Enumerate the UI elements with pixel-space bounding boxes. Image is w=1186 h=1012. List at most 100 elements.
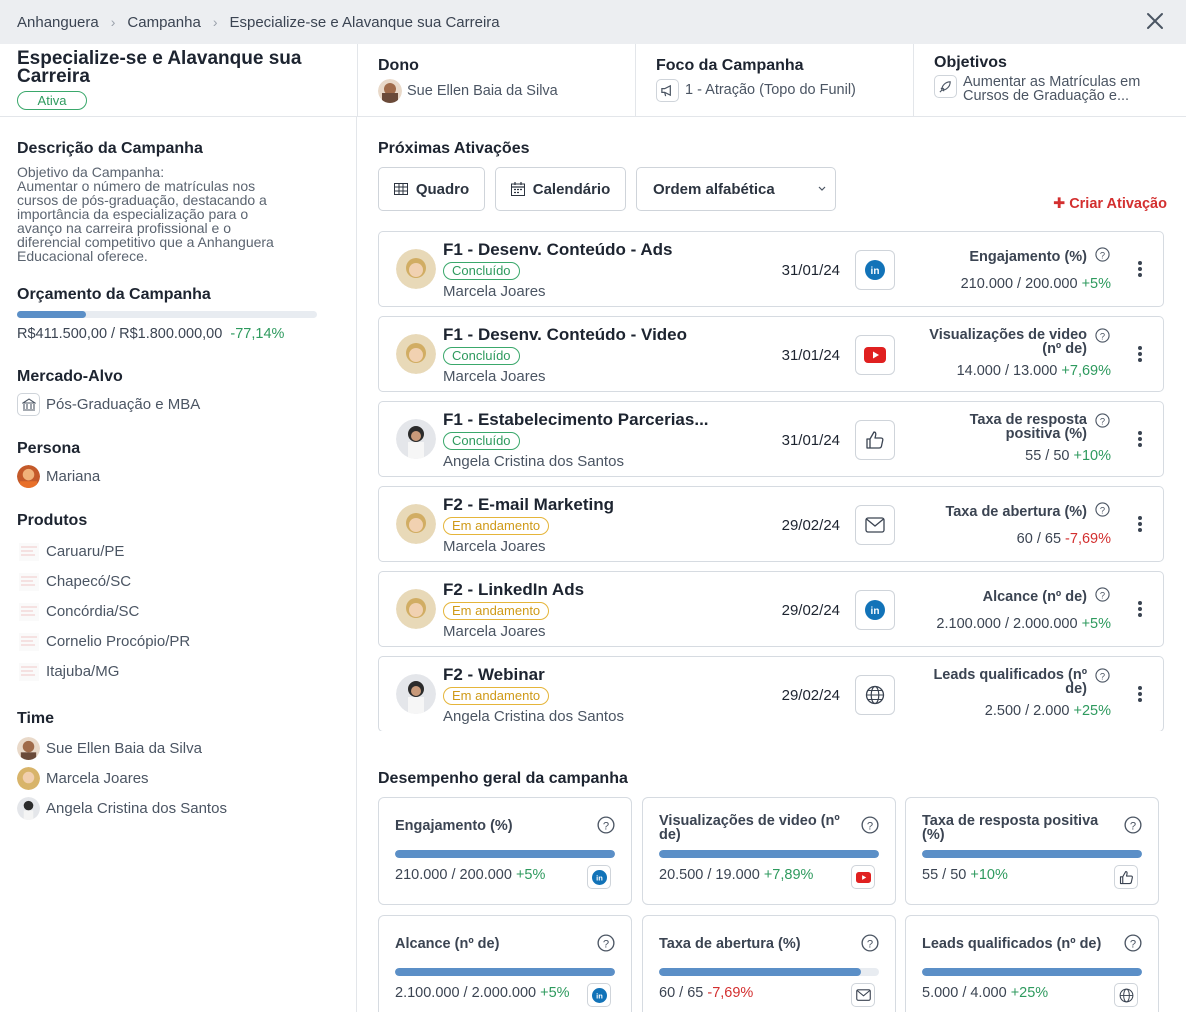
rocket-icon: [934, 75, 957, 98]
calendar-view-button[interactable]: Calendário: [495, 167, 626, 211]
breadcrumb-item[interactable]: Anhanguera: [17, 14, 99, 31]
help-icon[interactable]: ?: [1095, 668, 1110, 683]
svg-text:?: ?: [603, 939, 609, 951]
activation-card[interactable]: F2 - Webinar Em andamento Angela Cristin…: [378, 656, 1164, 731]
activation-title[interactable]: F1 - Desenv. Conteúdo - Video: [443, 325, 687, 345]
activation-title[interactable]: F2 - Webinar: [443, 665, 545, 685]
performance-title: Desempenho geral da campanha: [378, 770, 628, 787]
linkedin-icon: in: [587, 865, 611, 889]
goals-title: Objetivos: [934, 54, 1007, 71]
help-icon[interactable]: ?: [597, 934, 615, 952]
activation-card[interactable]: F2 - LinkedIn Ads Em andamento Marcela J…: [378, 571, 1164, 647]
sort-select[interactable]: Ordem alfabética: [636, 167, 836, 211]
page-title: Especialize-se e Alavanque sua Carreira: [17, 48, 302, 87]
more-options-icon[interactable]: [1137, 686, 1143, 704]
help-icon[interactable]: ?: [1095, 413, 1110, 428]
activation-title[interactable]: F1 - Estabelecimento Parcerias...: [443, 410, 709, 430]
activation-title[interactable]: F2 - E-mail Marketing: [443, 495, 614, 515]
activations-list: F1 - Desenv. Conteúdo - Ads Concluído Ma…: [378, 231, 1168, 731]
breadcrumb: Anhanguera › Campanha › Especialize-se e…: [0, 0, 1186, 44]
budget-change: -77,14%: [230, 326, 285, 342]
description-title: Descrição da Campanha: [17, 140, 203, 157]
metric-label: Engajamento (%): [969, 249, 1087, 265]
performance-card: Taxa de abertura (%)? 60 / 65 -7,69%: [642, 915, 896, 1012]
status-badge: Ativa: [17, 91, 87, 110]
budget-progress-bar: [17, 311, 317, 318]
product-item[interactable]: Itajuba/MG: [17, 660, 119, 683]
status-badge: Em andamento: [443, 687, 550, 705]
performance-value: 20.500 / 19.000 +7,89%: [659, 867, 814, 883]
board-view-button[interactable]: Quadro: [378, 167, 485, 211]
svg-text:in: in: [596, 873, 603, 882]
help-icon[interactable]: ?: [1095, 328, 1110, 343]
activation-title[interactable]: F1 - Desenv. Conteúdo - Ads: [443, 240, 673, 260]
metric-value: 2.500 / 2.000 +25%: [984, 703, 1111, 719]
metric-label: Alcance (nº de): [982, 589, 1087, 605]
help-icon[interactable]: ?: [861, 934, 879, 952]
more-options-icon[interactable]: [1137, 516, 1143, 534]
more-options-icon[interactable]: [1137, 601, 1143, 619]
activation-card[interactable]: F1 - Desenv. Conteúdo - Ads Concluído Ma…: [378, 231, 1164, 307]
product-item[interactable]: Cornelio Procópio/PR: [17, 630, 190, 653]
avatar: [396, 504, 436, 544]
performance-value: 55 / 50 +10%: [922, 867, 1008, 883]
breadcrumb-item[interactable]: Campanha: [127, 14, 200, 31]
close-icon[interactable]: [1144, 10, 1166, 32]
avatar: [396, 419, 436, 459]
persona-item[interactable]: Mariana: [17, 465, 100, 488]
performance-label: Leads qualificados (nº de): [922, 936, 1102, 952]
avatar: [17, 737, 40, 760]
metric-value: 14.000 / 13.000 +7,69%: [956, 363, 1111, 379]
help-icon[interactable]: ?: [1124, 934, 1142, 952]
more-options-icon[interactable]: [1137, 346, 1143, 364]
create-activation-button[interactable]: ✚ Criar Ativação: [1053, 196, 1167, 212]
performance-card: Visualizações de video (nº de)? 20.500 / 1…: [642, 797, 896, 905]
breadcrumb-item: Especialize-se e Alavanque sua Carreira: [229, 13, 500, 31]
campaign-sidebar: Descrição da Campanha Objetivo da Campan…: [0, 117, 357, 1012]
document-thumbnail-icon: [17, 630, 40, 653]
activation-card[interactable]: F1 - Estabelecimento Parcerias... Conclu…: [378, 401, 1164, 477]
performance-card: Taxa de resposta positiva (%)? 55 / 50 +10…: [905, 797, 1159, 905]
owner-title: Dono: [378, 57, 419, 74]
mail-icon: [851, 983, 875, 1007]
activation-card[interactable]: F2 - E-mail Marketing Em andamento Marce…: [378, 486, 1164, 562]
svg-text:?: ?: [1130, 939, 1136, 951]
team-member[interactable]: Sue Ellen Baia da Silva: [17, 737, 202, 760]
help-icon[interactable]: ?: [1095, 247, 1110, 262]
performance-label: Taxa de resposta positiva (%): [922, 813, 1099, 843]
help-icon[interactable]: ?: [1095, 587, 1110, 602]
svg-text:?: ?: [1100, 416, 1105, 426]
activation-card[interactable]: F1 - Desenv. Conteúdo - Video Concluído …: [378, 316, 1164, 392]
product-item[interactable]: Concórdia/SC: [17, 600, 139, 623]
team-member[interactable]: Marcela Joares: [17, 767, 149, 790]
goals-value: Aumentar as Matrículas em: [963, 74, 1141, 90]
avatar: [396, 249, 436, 289]
product-item[interactable]: Chapecó/SC: [17, 570, 131, 593]
activation-date: 31/01/24: [781, 347, 840, 364]
status-badge: Concluído: [443, 347, 520, 365]
goals-value: Cursos de Graduação e...: [963, 88, 1130, 104]
svg-text:in: in: [596, 991, 603, 1000]
metric-label: Taxa de abertura (%): [945, 504, 1087, 520]
activation-date: 29/02/24: [781, 687, 840, 704]
focus-section: Foco da Campanha 1 - Atração (Topo do Fu…: [635, 44, 913, 116]
status-badge: Concluído: [443, 262, 520, 280]
more-options-icon[interactable]: [1137, 261, 1143, 279]
performance-label: Taxa de abertura (%): [659, 936, 801, 952]
product-item[interactable]: Caruaru/PE: [17, 540, 124, 563]
help-icon[interactable]: ?: [861, 816, 879, 834]
team-member[interactable]: Angela Cristina dos Santos: [17, 797, 227, 820]
more-options-icon[interactable]: [1137, 431, 1143, 449]
activation-title[interactable]: F2 - LinkedIn Ads: [443, 580, 584, 600]
help-icon[interactable]: ?: [1124, 816, 1142, 834]
svg-text:?: ?: [1100, 331, 1105, 341]
help-icon[interactable]: ?: [597, 816, 615, 834]
svg-text:?: ?: [1100, 590, 1105, 600]
help-icon[interactable]: ?: [1095, 502, 1110, 517]
globe-icon: [1114, 983, 1138, 1007]
activation-owner: Marcela Joares: [443, 538, 546, 555]
calendar-icon: [510, 182, 525, 196]
performance-label: Engajamento (%): [395, 818, 513, 834]
activation-owner: Angela Cristina dos Santos: [443, 453, 624, 470]
bank-icon: [17, 393, 40, 416]
